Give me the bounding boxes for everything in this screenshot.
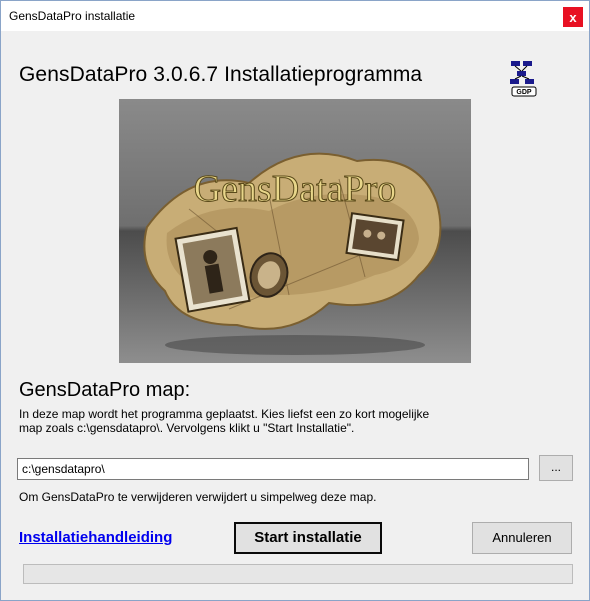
start-installation-button[interactable]: Start installatie (234, 522, 382, 554)
install-path-input[interactable] (17, 458, 529, 480)
folder-description: In deze map wordt het programma geplaats… (19, 407, 519, 435)
svg-text:GDP: GDP (516, 89, 532, 96)
installer-window: GensDataPro installatie x GensDataPro 3.… (0, 0, 590, 601)
installer-heading: GensDataPro 3.0.6.7 Installatieprogramma (19, 63, 423, 86)
hero-logo-text: GensDataPro (194, 168, 397, 210)
folder-section-title: GensDataPro map: (19, 379, 191, 401)
remove-note: Om GensDataPro te verwijderen verwijdert… (19, 490, 377, 504)
gdp-network-logo-icon: GDP (510, 61, 537, 97)
folder-description-line-2: map zoals c:\gensdatapro\. Vervolgens kl… (19, 421, 355, 435)
hero-image: GensDataPro (119, 99, 471, 363)
installation-manual-link[interactable]: Installatiehandleiding (19, 529, 172, 546)
browse-button[interactable]: ... (539, 455, 573, 481)
close-icon: x (569, 9, 577, 25)
title-bar[interactable]: GensDataPro installatie x (1, 1, 589, 31)
folder-description-line-1: In deze map wordt het programma geplaats… (19, 407, 430, 421)
window-title: GensDataPro installatie (9, 9, 136, 23)
install-progress-bar (23, 564, 573, 584)
close-button[interactable]: x (563, 7, 583, 27)
cancel-button[interactable]: Annuleren (472, 522, 572, 554)
